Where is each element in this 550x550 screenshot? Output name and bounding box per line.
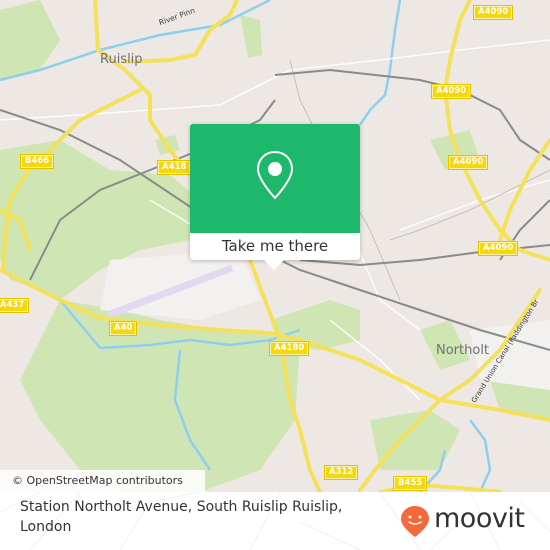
road-shield-b455: B455	[392, 476, 428, 491]
grand-union-canal-line	[469, 419, 492, 492]
popup-pointer	[263, 259, 285, 270]
road-shield-b466: B466	[19, 154, 55, 169]
location-popup: Take me there	[190, 124, 360, 260]
place-label-ruislip: Ruislip	[100, 52, 143, 67]
road-shield-a4090: A4090	[472, 5, 514, 20]
park-area	[240, 15, 262, 58]
road-shield-a418: A418	[156, 160, 192, 175]
road-shield-a437: A437	[0, 298, 30, 313]
stop-address: Station Northolt Avenue, South Ruislip R…	[20, 499, 343, 535]
moovit-pin-icon	[401, 506, 429, 537]
moovit-logo[interactable]: moovit	[400, 503, 540, 537]
place-label-northolt: Northolt	[436, 343, 490, 358]
take-me-there-button[interactable]: Take me there	[190, 233, 360, 260]
popup-header	[190, 124, 360, 233]
road-shield-a312: A312	[323, 465, 359, 480]
woodland-area	[20, 300, 300, 492]
road-shield-a4090: A4090	[430, 84, 472, 99]
map-attribution[interactable]: © OpenStreetMap contributors	[0, 470, 205, 492]
park-area	[0, 0, 60, 80]
road-shield-a4090: A4090	[447, 155, 489, 170]
stream	[358, 0, 402, 126]
road-shield-a4180: A4180	[268, 341, 310, 356]
road-a4090	[442, 0, 550, 262]
map-pin-icon	[256, 150, 294, 200]
road-shield-a4090: A4090	[477, 241, 519, 256]
road-shield-a40: A40	[108, 321, 138, 336]
moovit-wordmark: moovit	[434, 503, 525, 534]
